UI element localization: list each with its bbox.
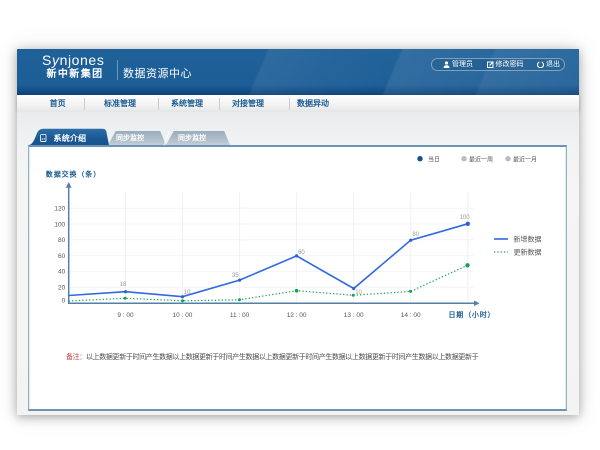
svg-text:10: 10 [184, 290, 191, 296]
svg-text:20: 20 [58, 285, 66, 292]
svg-text:当日: 当日 [428, 155, 440, 163]
svg-text:更新数据: 更新数据 [514, 248, 542, 257]
svg-text:13 : 00: 13 : 00 [344, 312, 364, 319]
svg-text:10 : 00: 10 : 00 [173, 312, 193, 319]
svg-text:35: 35 [232, 273, 239, 279]
svg-text:最近一月: 最近一月 [513, 155, 537, 163]
svg-text:日期（小时）: 日期（小时） [449, 310, 496, 319]
svg-text:10: 10 [355, 290, 362, 296]
svg-text:新增数据: 新增数据 [514, 235, 542, 244]
svg-text:数据交换（条）: 数据交换（条） [46, 170, 101, 179]
svg-text:最近一周: 最近一周 [469, 155, 493, 163]
svg-text:60: 60 [298, 250, 305, 256]
svg-text:60: 60 [58, 253, 66, 260]
svg-text:80: 80 [412, 232, 419, 238]
svg-text:11 : 00: 11 : 00 [230, 312, 250, 319]
svg-text:40: 40 [58, 269, 66, 276]
svg-text:9 : 00: 9 : 00 [117, 312, 134, 319]
svg-text:18: 18 [120, 282, 127, 288]
svg-text:14 : 00: 14 : 00 [401, 312, 421, 319]
svg-text:12 : 00: 12 : 00 [287, 312, 307, 319]
svg-text:0: 0 [62, 298, 66, 305]
svg-text:100: 100 [460, 215, 471, 221]
svg-text:120: 120 [54, 206, 65, 213]
svg-text:100: 100 [54, 221, 65, 228]
svg-text:80: 80 [58, 237, 66, 244]
